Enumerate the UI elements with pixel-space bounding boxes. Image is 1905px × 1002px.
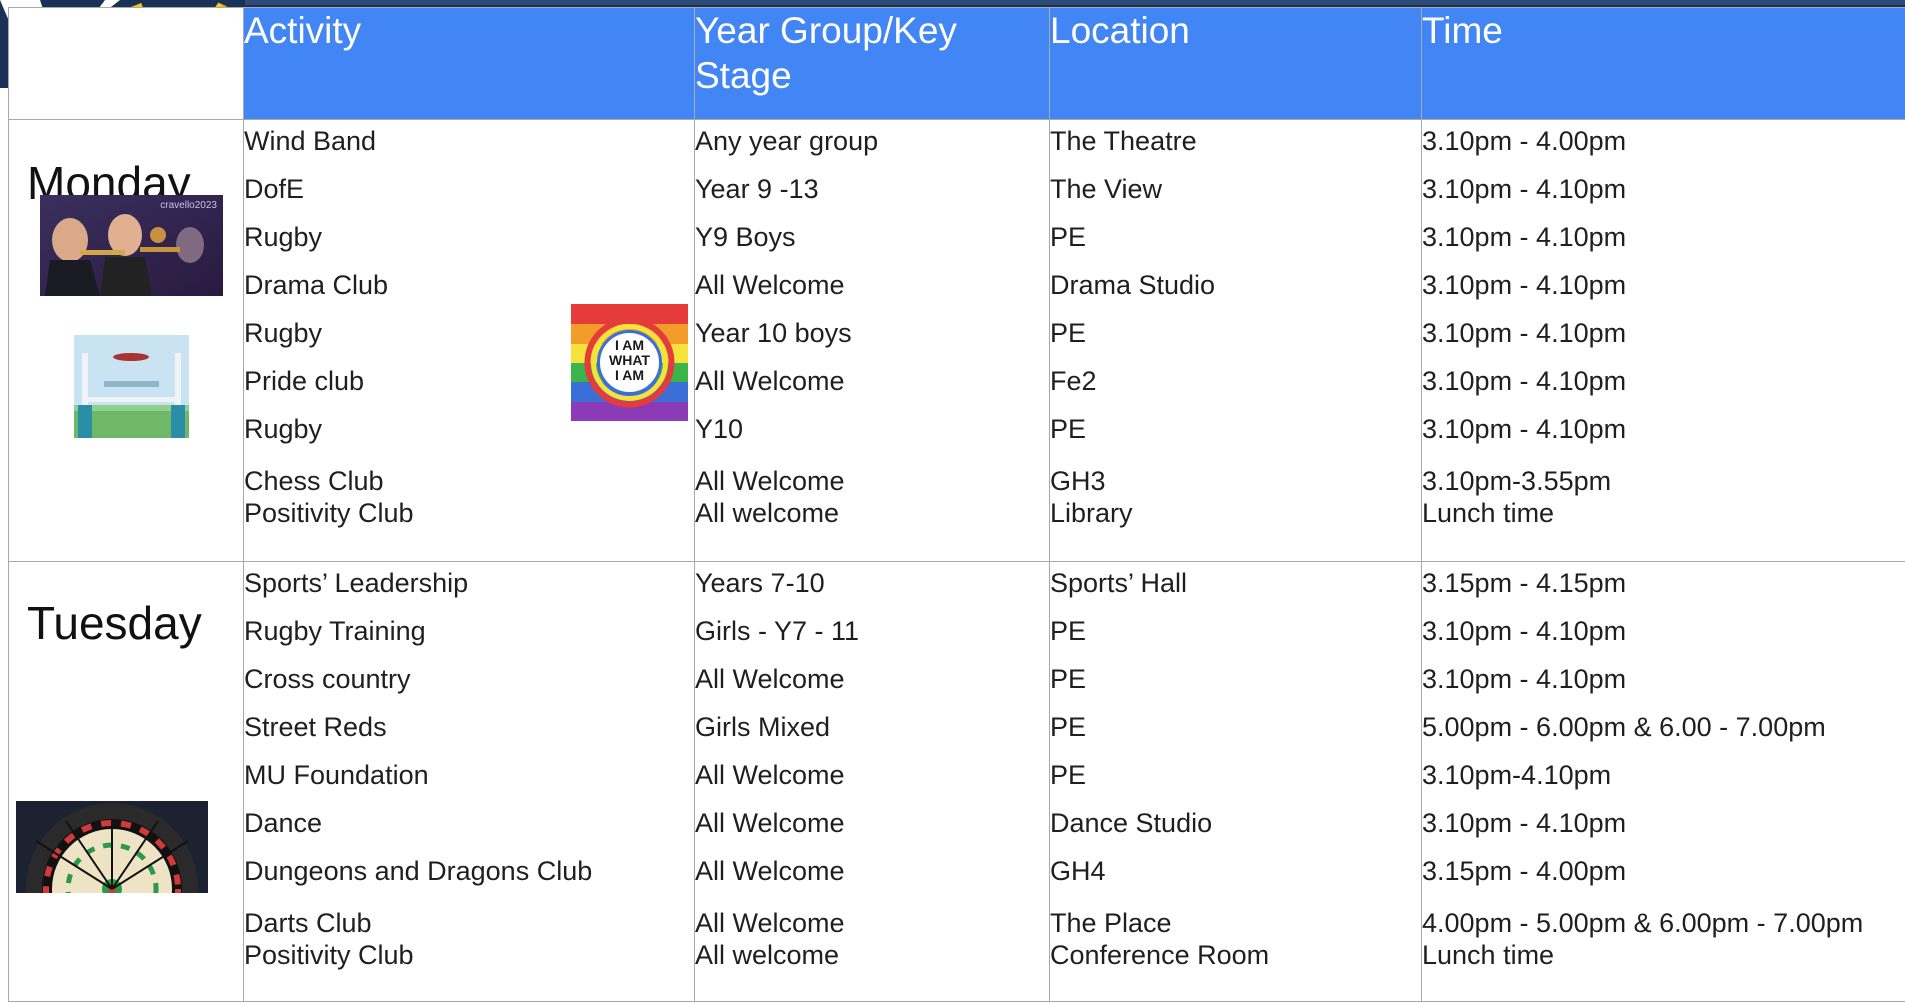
tuesday-year-col: Years 7-10Girls - Y7 - 11All WelcomeGirl… bbox=[695, 562, 1050, 1002]
cell-group-year: All WelcomeAll welcome bbox=[695, 456, 1049, 529]
cell-year: All Welcome bbox=[695, 850, 1049, 898]
band-photo-watermark: cravello2023 bbox=[160, 200, 217, 211]
cell-time: 3.10pm - 4.10pm bbox=[1422, 610, 1905, 658]
cell-year: All welcome bbox=[695, 939, 1049, 971]
cell-year: All welcome bbox=[695, 497, 1049, 529]
cell-year: All Welcome bbox=[695, 264, 1049, 312]
header-location: Location bbox=[1050, 8, 1422, 120]
cell-group-year: All WelcomeAll welcome bbox=[695, 898, 1049, 971]
cell-group-time: 3.10pm-3.55pm Lunch time bbox=[1422, 456, 1905, 529]
cell-group-activity: Chess ClubPositivity Club bbox=[244, 456, 694, 529]
cell-time: 3.10pm - 4.10pm bbox=[1422, 168, 1905, 216]
cell-location: The Place bbox=[1050, 907, 1421, 939]
cell-location: Library bbox=[1050, 497, 1421, 529]
monday-time-col: 3.10pm - 4.00pm3.10pm - 4.10pm3.10pm - 4… bbox=[1422, 120, 1905, 562]
cell-activity: Rugby bbox=[244, 216, 694, 264]
cell-time: 3.10pm - 4.10pm bbox=[1422, 312, 1905, 360]
cell-year: Girls - Y7 - 11 bbox=[695, 610, 1049, 658]
cell-year: All Welcome bbox=[695, 360, 1049, 408]
cell-location: Conference Room bbox=[1050, 939, 1421, 971]
cell-location: PE bbox=[1050, 610, 1421, 658]
cell-location: GH3 bbox=[1050, 465, 1421, 497]
cell-activity: Dungeons and Dragons Club bbox=[244, 850, 694, 898]
cell-group-time: 4.00pm - 5.00pm & 6.00pm - 7.00pmLunch t… bbox=[1422, 898, 1905, 971]
cell-location: GH4 bbox=[1050, 850, 1421, 898]
cell-location: PE bbox=[1050, 216, 1421, 264]
cell-time: 3.10pm-4.10pm bbox=[1422, 754, 1905, 802]
cell-activity: Sports’ Leadership bbox=[244, 562, 694, 610]
cell-year: Y9 Boys bbox=[695, 216, 1049, 264]
cell-year: All Welcome bbox=[695, 658, 1049, 706]
cell-time: 3.10pm-3.55pm bbox=[1422, 465, 1905, 497]
cell-time: 5.00pm - 6.00pm & 6.00 - 7.00pm bbox=[1422, 706, 1905, 754]
cell-group-location: GH3Library bbox=[1050, 456, 1421, 529]
cell-location: The Theatre bbox=[1050, 120, 1421, 168]
cell-time: 4.00pm - 5.00pm & 6.00pm - 7.00pm bbox=[1422, 907, 1905, 939]
wind-band-photo: cravello2023 bbox=[40, 195, 223, 296]
cell-time: 3.15pm - 4.15pm bbox=[1422, 562, 1905, 610]
header-activity: Activity bbox=[244, 8, 695, 120]
cell-activity: Chess Club bbox=[244, 465, 694, 497]
cell-year: Year 9 -13 bbox=[695, 168, 1049, 216]
cell-time: 3.10pm - 4.10pm bbox=[1422, 360, 1905, 408]
cell-location: PE bbox=[1050, 408, 1421, 456]
cell-location: Drama Studio bbox=[1050, 264, 1421, 312]
clubs-timetable: Activity Year Group/Key Stage Location T… bbox=[8, 7, 1905, 1002]
cell-time: 3.10pm - 4.10pm bbox=[1422, 408, 1905, 456]
cell-year: Y10 bbox=[695, 408, 1049, 456]
dartboard-image bbox=[16, 801, 208, 893]
cell-location: Sports’ Hall bbox=[1050, 562, 1421, 610]
cell-time: 3.10pm - 4.10pm bbox=[1422, 264, 1905, 312]
cell-year: All Welcome bbox=[695, 802, 1049, 850]
cell-time: 3.10pm - 4.10pm bbox=[1422, 802, 1905, 850]
day-label-tuesday: Tuesday bbox=[27, 597, 202, 649]
cell-activity: Rugby Training bbox=[244, 610, 694, 658]
monday-year-col: Any year groupYear 9 -13Y9 BoysAll Welco… bbox=[695, 120, 1050, 562]
rugby-posts-image bbox=[74, 335, 189, 438]
header-time: Time bbox=[1422, 8, 1905, 120]
cell-location: PE bbox=[1050, 312, 1421, 360]
header-year-group: Year Group/Key Stage bbox=[695, 8, 1050, 120]
cell-time: 3.10pm - 4.10pm bbox=[1422, 658, 1905, 706]
cell-location: PE bbox=[1050, 706, 1421, 754]
cell-activity: Dance bbox=[244, 802, 694, 850]
cell-year: All Welcome bbox=[695, 907, 1049, 939]
cell-time: Lunch time bbox=[1422, 497, 1905, 529]
day-row-tuesday: Sports’ LeadershipRugby TrainingCross co… bbox=[9, 562, 1905, 1002]
cell-location: Dance Studio bbox=[1050, 802, 1421, 850]
cell-year: Years 7-10 bbox=[695, 562, 1049, 610]
cell-activity: MU Foundation bbox=[244, 754, 694, 802]
day-row-monday: Wind BandDofERugbyDrama ClubRugbyPride c… bbox=[9, 120, 1905, 562]
tuesday-time-col: 3.15pm - 4.15pm3.10pm - 4.10pm3.10pm - 4… bbox=[1422, 562, 1905, 1002]
cell-activity: DofE bbox=[244, 168, 694, 216]
header-corner bbox=[9, 8, 244, 120]
cell-activity: Wind Band bbox=[244, 120, 694, 168]
cell-location: The View bbox=[1050, 168, 1421, 216]
pride-club-badge: I AM WHAT I AM bbox=[571, 304, 688, 421]
cell-year: Year 10 boys bbox=[695, 312, 1049, 360]
cell-activity: Darts Club bbox=[244, 907, 694, 939]
cell-time: 3.10pm - 4.10pm bbox=[1422, 216, 1905, 264]
cell-location: Fe2 bbox=[1050, 360, 1421, 408]
cell-location: PE bbox=[1050, 754, 1421, 802]
cell-activity: Positivity Club bbox=[244, 939, 694, 971]
cell-group-location: The PlaceConference Room bbox=[1050, 898, 1421, 971]
cell-time: Lunch time bbox=[1422, 939, 1905, 971]
header-row: Activity Year Group/Key Stage Location T… bbox=[9, 8, 1905, 120]
cell-activity: Street Reds bbox=[244, 706, 694, 754]
cell-time: 3.15pm - 4.00pm bbox=[1422, 850, 1905, 898]
cell-activity: Positivity Club bbox=[244, 497, 694, 529]
cell-group-activity: Darts ClubPositivity Club bbox=[244, 898, 694, 971]
cell-year: All Welcome bbox=[695, 465, 1049, 497]
cell-year: Any year group bbox=[695, 120, 1049, 168]
cell-time: 3.10pm - 4.00pm bbox=[1422, 120, 1905, 168]
cell-activity: Cross country bbox=[244, 658, 694, 706]
cell-year: All Welcome bbox=[695, 754, 1049, 802]
cell-year: Girls Mixed bbox=[695, 706, 1049, 754]
tuesday-location-col: Sports’ HallPEPEPEPEDance StudioGH4The P… bbox=[1050, 562, 1422, 1002]
tuesday-activity-col: Sports’ LeadershipRugby TrainingCross co… bbox=[244, 562, 695, 1002]
monday-location-col: The TheatreThe ViewPEDrama StudioPEFe2PE… bbox=[1050, 120, 1422, 562]
pride-badge-text: I AM WHAT I AM bbox=[571, 338, 688, 383]
cell-location: PE bbox=[1050, 658, 1421, 706]
